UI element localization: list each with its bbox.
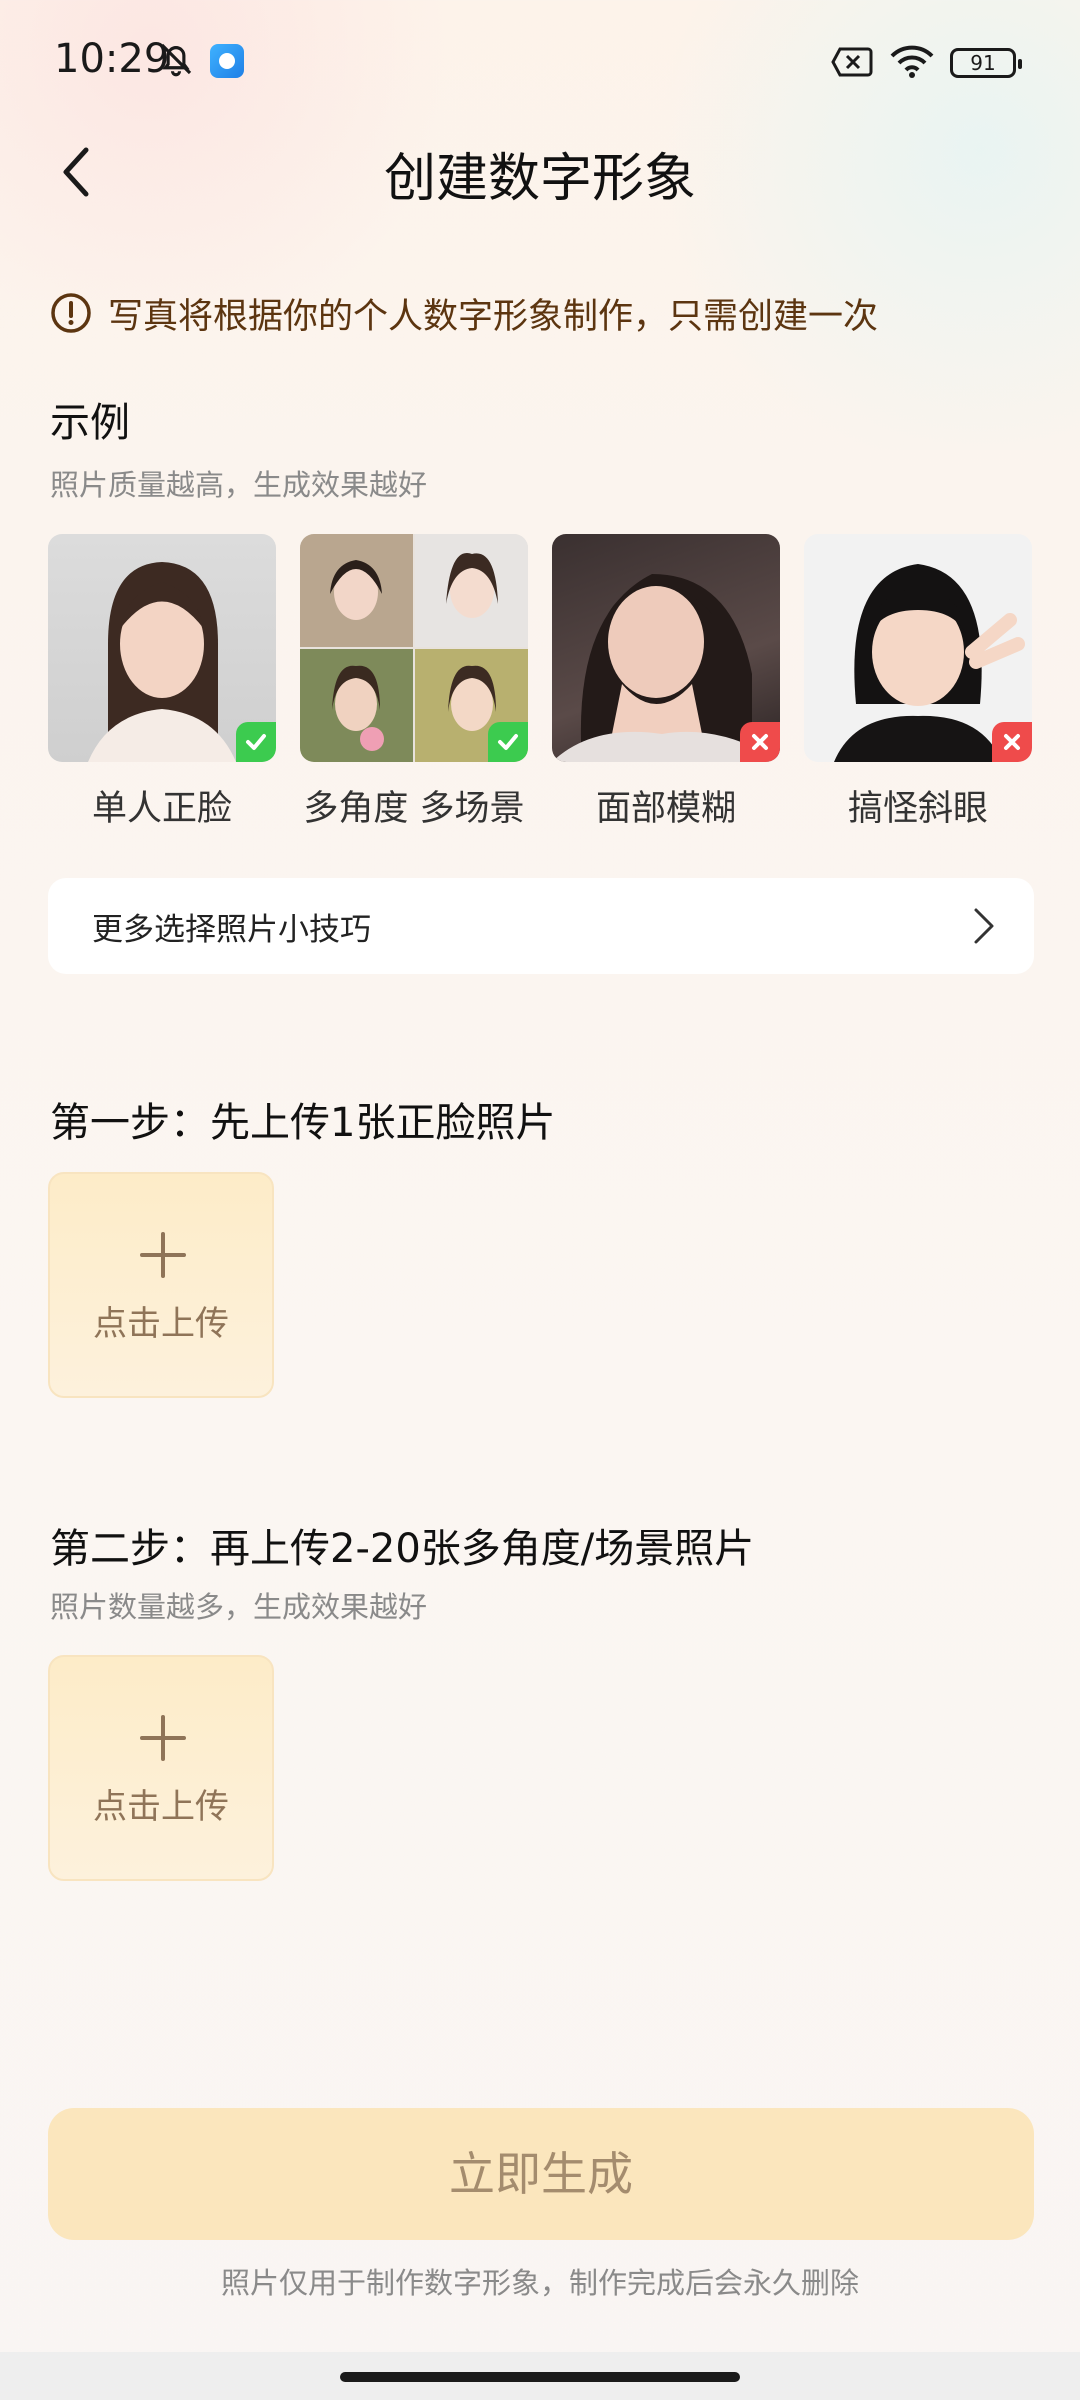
page-title: 创建数字形象 xyxy=(383,149,696,209)
close-icon xyxy=(752,734,768,750)
photo-tips-link[interactable]: 更多选择照片小技巧 xyxy=(48,878,1034,974)
check-icon xyxy=(498,734,518,750)
wifi-icon xyxy=(890,45,934,78)
notice-banner: 写真将根据你的个人数字形象制作，只需创建一次 xyxy=(50,288,878,338)
tips-label: 更多选择照片小技巧 xyxy=(92,912,371,948)
close-icon xyxy=(1004,734,1020,750)
home-indicator[interactable] xyxy=(340,2372,740,2382)
privacy-note: 照片仅用于制作数字形象，制作完成后会永久删除 xyxy=(220,2266,859,2300)
step2-upload-button[interactable]: 点击上传 xyxy=(48,1655,274,1881)
examples-subtitle: 照片质量越高，生成效果越好 xyxy=(50,468,428,502)
example-photo-single-front xyxy=(48,534,276,762)
upload-label: 点击上传 xyxy=(93,1304,229,1344)
example-item: 面部模糊 xyxy=(552,534,780,831)
bell-off-icon xyxy=(160,43,192,77)
notice-text: 写真将根据你的个人数字形象制作，只需创建一次 xyxy=(108,296,879,337)
bad-badge xyxy=(740,722,780,762)
check-icon xyxy=(246,734,266,750)
example-label: 面部模糊 xyxy=(595,789,736,829)
ok-badge xyxy=(488,722,528,762)
example-label: 单人正脸 xyxy=(91,789,232,829)
example-label: 多角度 多场景 xyxy=(303,789,525,829)
example-label: 搞怪斜眼 xyxy=(847,789,988,829)
example-photo-multi-angle xyxy=(300,534,528,762)
generate-label: 立即生成 xyxy=(449,2147,633,2201)
example-item: 单人正脸 xyxy=(48,534,276,831)
ok-badge xyxy=(236,722,276,762)
plus-icon xyxy=(140,1232,186,1278)
examples-row: 单人正脸 多角度 多场景 面部模糊 搞怪斜眼 xyxy=(48,534,1048,834)
step2-title: 第二步：再上传2-20张多角度/场景照片 xyxy=(50,1526,755,1572)
example-photo-blurred-face xyxy=(552,534,780,762)
step1-title: 第一步：先上传1张正脸照片 xyxy=(50,1100,556,1146)
example-item: 多角度 多场景 xyxy=(300,534,528,831)
status-time: 10:29 xyxy=(54,36,170,82)
upload-label: 点击上传 xyxy=(93,1787,229,1827)
plus-icon xyxy=(140,1715,186,1761)
example-photo-funny-face xyxy=(804,534,1032,762)
generate-button[interactable]: 立即生成 xyxy=(48,2108,1034,2240)
app-notification-icon xyxy=(210,44,244,78)
status-bar: 10:29 91 xyxy=(0,0,1080,125)
no-sim-icon xyxy=(831,47,873,77)
step2-subtitle: 照片数量越多，生成效果越好 xyxy=(50,1590,428,1624)
example-item: 搞怪斜眼 xyxy=(804,534,1032,831)
chevron-right-icon xyxy=(974,908,994,944)
warning-icon xyxy=(51,293,91,333)
examples-title: 示例 xyxy=(50,400,130,446)
step1-upload-button[interactable]: 点击上传 xyxy=(48,1172,274,1398)
bad-badge xyxy=(992,722,1032,762)
battery-icon: 91 xyxy=(950,48,1022,78)
system-nav-bar xyxy=(0,2352,1080,2400)
